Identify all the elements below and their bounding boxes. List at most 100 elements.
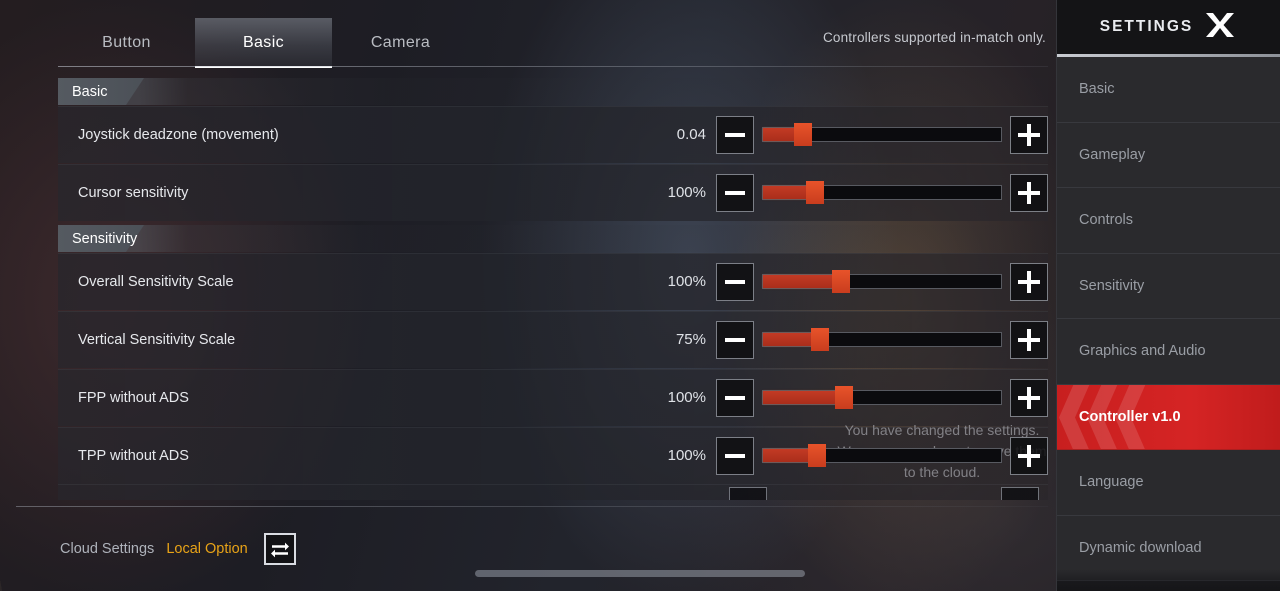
sidebar-item-controller-v1-0[interactable]: Controller v1.0 [1057, 384, 1280, 450]
decrease-button[interactable] [716, 262, 754, 301]
section-header-glow [58, 225, 1048, 252]
plus-icon [1018, 328, 1040, 351]
table-row: Joystick deadzone (movement) 0.04 [58, 106, 1048, 163]
slider-thumb[interactable] [805, 181, 824, 204]
increase-button[interactable] [1010, 262, 1048, 301]
minus-icon [725, 132, 745, 137]
footer-bar: Cloud Settings Local Option Reset Settin… [0, 507, 1056, 591]
minus-icon [725, 279, 745, 284]
tab-label: Camera [370, 34, 431, 51]
increase-button[interactable] [1010, 378, 1048, 417]
slider-thumb[interactable] [810, 328, 829, 351]
sidebar-item-controls[interactable]: Controls [1057, 188, 1280, 254]
minus-icon [725, 453, 745, 458]
tab-button[interactable]: Button [58, 18, 195, 68]
section-header-sensitivity: Sensitivity [58, 225, 1048, 252]
minus-icon [725, 395, 745, 400]
partial-minus-button [729, 487, 767, 500]
sidebar-item-basic[interactable]: Basic [1057, 57, 1280, 123]
sidebar-item-sensitivity[interactable]: Sensitivity [1057, 253, 1280, 319]
sidebar-item-gameplay[interactable]: Gameplay [1057, 122, 1280, 188]
section-header-label: Basic [72, 83, 108, 100]
cloud-settings-label: Cloud Settings [60, 541, 155, 557]
slider-fill [763, 391, 842, 404]
sidebar-header: SETTINGS [1057, 0, 1280, 54]
setting-value: 100% [667, 389, 706, 406]
sidebar-item-label: Dynamic download [1079, 539, 1202, 556]
setting-name: Overall Sensitivity Scale [78, 273, 234, 290]
slider-fill [763, 333, 818, 346]
setting-slider[interactable] [762, 444, 1002, 467]
decrease-button[interactable] [716, 115, 754, 154]
sidebar-item-label: Controls [1079, 212, 1133, 229]
table-row: FPP without ADS 100% [58, 369, 1048, 426]
tab-basic[interactable]: Basic [195, 18, 332, 68]
sidebar-item-language[interactable]: Language [1057, 450, 1280, 516]
slider-thumb[interactable] [808, 444, 827, 467]
main-panel: Button Basic Camera Controllers supported … [0, 0, 1056, 591]
tab-divider [58, 66, 1048, 67]
partial-plus-button [1001, 487, 1039, 500]
plus-icon [1018, 123, 1040, 146]
setting-value: 0.04 [676, 126, 706, 143]
increase-button[interactable] [1010, 115, 1048, 154]
setting-name: FPP without ADS [78, 389, 189, 406]
setting-name: TPP without ADS [78, 447, 189, 464]
tab-camera[interactable]: Camera [332, 18, 469, 68]
increase-button[interactable] [1010, 320, 1048, 359]
slider-thumb[interactable] [793, 123, 812, 146]
section-header-glow [58, 78, 1048, 105]
plus-icon [1018, 386, 1040, 409]
slider-fill [763, 275, 840, 288]
settings-sidebar: SETTINGS Basic Gameplay Controls Sensitivit… [1056, 0, 1280, 591]
cloud-settings-group: Cloud Settings Local Option [0, 533, 296, 565]
setting-value: 100% [667, 184, 706, 201]
setting-value: 100% [667, 273, 706, 290]
decrease-button[interactable] [716, 378, 754, 417]
increase-button[interactable] [1010, 173, 1048, 212]
sidebar-item-label: Gameplay [1079, 146, 1146, 163]
sidebar-item-label: Controller v1.0 [1079, 408, 1181, 425]
table-row: Cursor sensitivity 100% [58, 164, 1048, 221]
tab-label: Basic [242, 34, 285, 51]
sidebar-item-label: Sensitivity [1079, 277, 1145, 294]
table-row: Vertical Sensitivity Scale 75% [58, 311, 1048, 368]
settings-list[interactable]: Basic Joystick deadzone (movement) 0.04 Cur… [58, 74, 1048, 498]
setting-value: 75% [675, 331, 706, 348]
sidebar-item-dynamic-download[interactable]: Dynamic download [1057, 515, 1280, 581]
slider-thumb[interactable] [834, 386, 853, 409]
section-header-basic: Basic [58, 78, 1048, 105]
setting-name: Joystick deadzone (movement) [78, 126, 279, 143]
plus-icon [1018, 444, 1040, 467]
sidebar-item-graphics-and-audio[interactable]: Graphics and Audio [1057, 319, 1280, 385]
swap-arrows-icon[interactable] [263, 533, 296, 565]
sidebar-item-label: Language [1079, 474, 1144, 491]
local-option-label[interactable]: Local Option [166, 541, 247, 557]
setting-slider[interactable] [762, 328, 1002, 351]
minus-icon [725, 190, 745, 195]
decrease-button[interactable] [716, 173, 754, 212]
sidebar-title: SETTINGS [1099, 18, 1194, 35]
setting-value: 100% [667, 447, 706, 464]
setting-slider[interactable] [762, 123, 1002, 146]
slider-thumb[interactable] [832, 270, 851, 293]
sidebar-item-label: Graphics and Audio [1079, 343, 1206, 360]
tab-label: Button [102, 34, 151, 51]
minus-icon [725, 337, 745, 342]
controller-notice: Controllers supported in-match only. [822, 30, 1046, 45]
decrease-button[interactable] [716, 320, 754, 359]
setting-slider[interactable] [762, 181, 1002, 204]
setting-slider[interactable] [762, 386, 1002, 409]
section-header-label: Sensitivity [72, 230, 138, 247]
close-x-icon[interactable] [1203, 11, 1237, 44]
plus-icon [1018, 270, 1040, 293]
horizontal-scrollbar[interactable] [475, 570, 805, 577]
setting-name: Vertical Sensitivity Scale [78, 331, 236, 348]
decrease-button[interactable] [716, 436, 754, 475]
partial-next-row [58, 484, 1048, 500]
sidebar-item-label: Basic [1079, 81, 1115, 98]
increase-button[interactable] [1010, 436, 1048, 475]
setting-slider[interactable] [762, 270, 1002, 293]
setting-name: Cursor sensitivity [78, 184, 189, 201]
table-row: Overall Sensitivity Scale 100% [58, 253, 1048, 310]
